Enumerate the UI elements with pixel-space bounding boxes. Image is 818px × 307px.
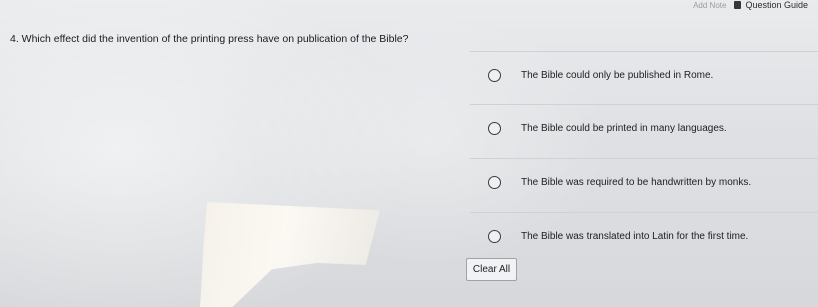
answer-option-label: The Bible was translated into Latin for … xyxy=(521,230,749,242)
add-note-link[interactable]: Add Note xyxy=(693,1,726,10)
radio-button[interactable] xyxy=(488,68,501,82)
question-guide-link[interactable]: Question Guide xyxy=(734,0,808,10)
answer-option-label: The Bible could be printed in many langu… xyxy=(521,122,727,134)
screen-glare xyxy=(200,202,380,307)
radio-button[interactable] xyxy=(488,229,501,243)
question-guide-label: Question Guide xyxy=(745,0,808,10)
answer-option-label: The Bible was required to be handwritten… xyxy=(521,176,752,188)
radio-button[interactable] xyxy=(488,121,501,135)
answer-option-3[interactable]: The Bible was required to be handwritten… xyxy=(470,158,818,205)
radio-button[interactable] xyxy=(488,175,501,189)
question-text: 4. Which effect did the invention of the… xyxy=(10,33,409,45)
answer-option-1[interactable]: The Bible could only be published in Rom… xyxy=(470,51,818,98)
answer-option-2[interactable]: The Bible could be printed in many langu… xyxy=(470,104,818,151)
answer-option-4[interactable]: The Bible was translated into Latin for … xyxy=(470,212,818,259)
answer-options: The Bible could only be published in Rom… xyxy=(470,51,818,266)
guide-icon xyxy=(734,1,742,9)
top-toolbar: Add Note Question Guide xyxy=(693,0,808,10)
clear-all-button[interactable]: Clear All xyxy=(466,258,517,281)
answer-option-label: The Bible could only be published in Rom… xyxy=(521,69,714,81)
